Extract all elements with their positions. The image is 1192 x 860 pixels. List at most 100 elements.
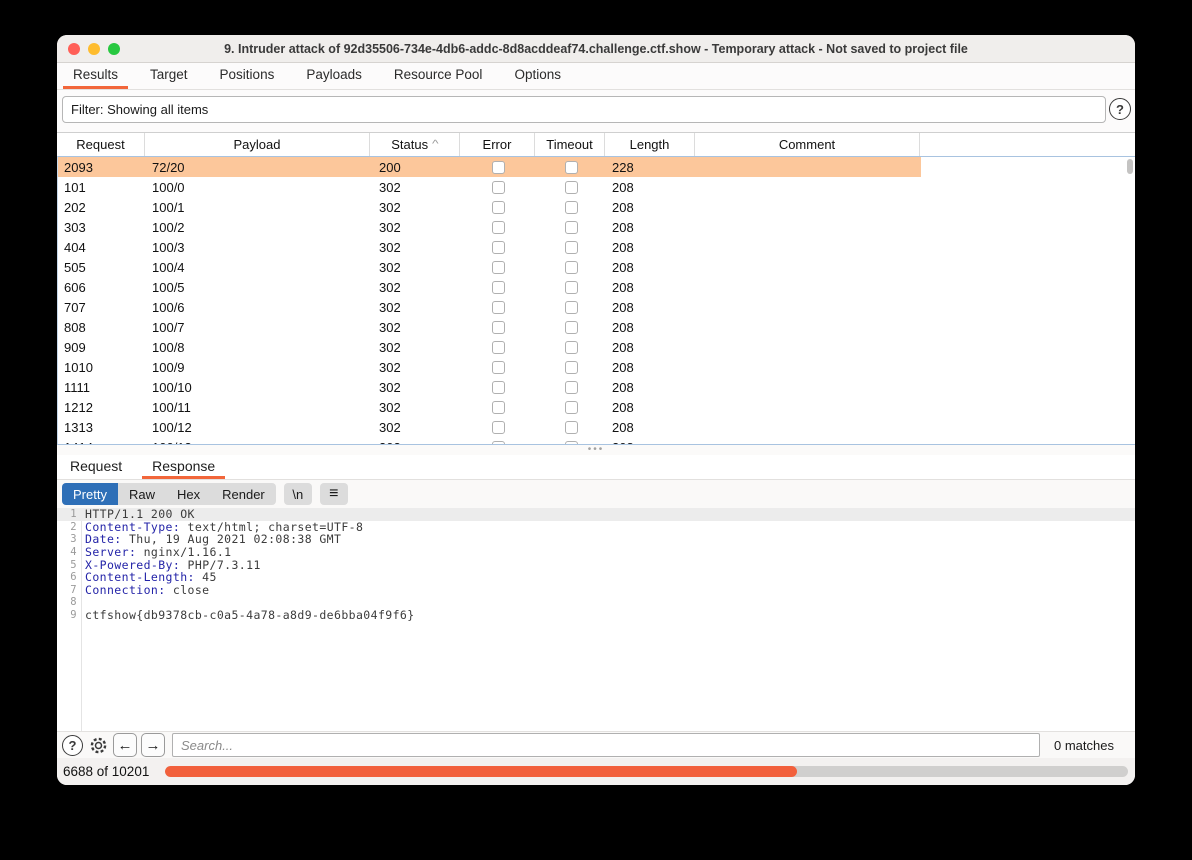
cell-comment[interactable] bbox=[696, 257, 921, 277]
timeout-checkbox[interactable] bbox=[564, 340, 578, 354]
cell-status[interactable]: 302 bbox=[371, 257, 461, 277]
timeout-checkbox[interactable] bbox=[564, 240, 578, 254]
cell-status[interactable]: 302 bbox=[371, 197, 461, 217]
filter-bar[interactable]: Filter: Showing all items bbox=[62, 96, 1106, 123]
column-header-payload[interactable]: Payload bbox=[145, 133, 370, 156]
tab-positions[interactable]: Positions bbox=[210, 63, 285, 89]
cell-status[interactable]: 302 bbox=[371, 217, 461, 237]
table-row[interactable]: 101 100/0 302 208 bbox=[58, 177, 921, 197]
cell-status[interactable]: 302 bbox=[371, 237, 461, 257]
tab-options[interactable]: Options bbox=[504, 63, 571, 89]
cell-status[interactable]: 302 bbox=[371, 277, 461, 297]
cell-status[interactable]: 302 bbox=[371, 417, 461, 437]
column-header-length[interactable]: Length bbox=[605, 133, 695, 156]
table-row[interactable]: 606 100/5 302 208 bbox=[58, 277, 921, 297]
cell-length[interactable]: 208 bbox=[606, 317, 696, 337]
cell-payload[interactable]: 100/2 bbox=[146, 217, 371, 237]
pane-splitter[interactable]: ••• bbox=[57, 445, 1135, 455]
error-checkbox[interactable] bbox=[492, 280, 505, 294]
cell-payload[interactable]: 100/5 bbox=[146, 277, 371, 297]
cell-request[interactable]: 707 bbox=[58, 297, 146, 317]
cell-comment[interactable] bbox=[696, 237, 921, 257]
timeout-checkbox[interactable] bbox=[564, 200, 578, 214]
zoom-window-button[interactable] bbox=[108, 43, 120, 55]
error-checkbox[interactable] bbox=[492, 240, 505, 254]
timeout-checkbox[interactable] bbox=[564, 320, 578, 334]
cell-request[interactable]: 808 bbox=[58, 317, 146, 337]
cell-request[interactable]: 1212 bbox=[58, 397, 146, 417]
cell-status[interactable]: 302 bbox=[371, 377, 461, 397]
search-prev-button[interactable]: ← bbox=[113, 733, 137, 757]
cell-request[interactable]: 1313 bbox=[58, 417, 146, 437]
cell-payload[interactable]: 100/9 bbox=[146, 357, 371, 377]
detail-tab-response[interactable]: Response bbox=[142, 455, 226, 479]
table-row[interactable]: 202 100/1 302 208 bbox=[58, 197, 921, 217]
cell-length[interactable]: 228 bbox=[606, 157, 696, 177]
search-help-icon[interactable]: ? bbox=[62, 734, 83, 756]
cell-request[interactable]: 303 bbox=[58, 217, 146, 237]
cell-status[interactable]: 302 bbox=[371, 397, 461, 417]
error-checkbox[interactable] bbox=[492, 340, 505, 354]
table-row[interactable]: 1414100/13302 208 bbox=[58, 437, 921, 445]
cell-comment[interactable] bbox=[696, 417, 921, 437]
cell-status[interactable]: 200 bbox=[371, 157, 461, 177]
error-checkbox[interactable] bbox=[492, 220, 505, 234]
cell-payload[interactable]: 100/4 bbox=[146, 257, 371, 277]
cell-length[interactable]: 208 bbox=[606, 437, 696, 445]
error-checkbox[interactable] bbox=[492, 180, 505, 194]
cell-payload[interactable]: 100/3 bbox=[146, 237, 371, 257]
cell-payload[interactable]: 72/20 bbox=[146, 157, 371, 177]
cell-status[interactable]: 302 bbox=[371, 177, 461, 197]
cell-payload[interactable]: 100/1 bbox=[146, 197, 371, 217]
error-checkbox[interactable] bbox=[492, 300, 505, 314]
error-checkbox[interactable] bbox=[492, 320, 505, 334]
cell-comment[interactable] bbox=[696, 177, 921, 197]
table-row[interactable]: 2093 72/20 200 228 bbox=[58, 157, 921, 177]
timeout-checkbox[interactable] bbox=[564, 380, 578, 394]
cell-request[interactable]: 2093 bbox=[58, 157, 146, 177]
cell-request[interactable]: 1010 bbox=[58, 357, 146, 377]
column-header-timeout[interactable]: Timeout bbox=[535, 133, 605, 156]
cell-length[interactable]: 208 bbox=[606, 237, 696, 257]
table-row[interactable]: 1313 100/12 302 208 bbox=[58, 417, 921, 437]
timeout-checkbox[interactable] bbox=[564, 260, 578, 274]
table-row[interactable]: 909 100/8 302 208 bbox=[58, 337, 921, 357]
cell-status[interactable]: 302 bbox=[371, 317, 461, 337]
timeout-checkbox[interactable] bbox=[564, 300, 578, 314]
search-settings-button[interactable] bbox=[88, 735, 109, 756]
search-next-button[interactable]: → bbox=[141, 733, 165, 757]
cell-request[interactable]: 101 bbox=[58, 177, 146, 197]
cell-comment[interactable] bbox=[696, 377, 921, 397]
table-row[interactable]: 303 100/2 302 208 bbox=[58, 217, 921, 237]
error-checkbox[interactable] bbox=[492, 160, 505, 174]
cell-status[interactable]: 302 bbox=[371, 337, 461, 357]
cell-comment[interactable] bbox=[696, 157, 921, 177]
error-checkbox[interactable] bbox=[492, 200, 505, 214]
table-row[interactable]: 505 100/4 302 208 bbox=[58, 257, 921, 277]
error-checkbox[interactable] bbox=[492, 380, 505, 394]
column-header-error[interactable]: Error bbox=[460, 133, 535, 156]
cell-status[interactable]: 302 bbox=[371, 437, 461, 445]
cell-length[interactable]: 208 bbox=[606, 277, 696, 297]
cell-payload[interactable]: 100/8 bbox=[146, 337, 371, 357]
cell-payload[interactable]: 100/13 bbox=[146, 437, 371, 445]
column-header-comment[interactable]: Comment bbox=[695, 133, 920, 156]
cell-comment[interactable] bbox=[696, 197, 921, 217]
response-editor[interactable]: 1 HTTP/1.1 200 OK 2 Content-Type: text/html… bbox=[57, 507, 1135, 731]
cell-payload[interactable]: 100/7 bbox=[146, 317, 371, 337]
cell-length[interactable]: 208 bbox=[606, 257, 696, 277]
table-row[interactable]: 404 100/3 302 208 bbox=[58, 237, 921, 257]
cell-request[interactable]: 606 bbox=[58, 277, 146, 297]
timeout-checkbox[interactable] bbox=[564, 400, 578, 414]
filter-help-icon[interactable]: ? bbox=[1109, 98, 1131, 120]
cell-request[interactable]: 202 bbox=[58, 197, 146, 217]
timeout-checkbox[interactable] bbox=[564, 280, 578, 294]
column-header-status[interactable]: Status ^ bbox=[370, 133, 460, 156]
cell-comment[interactable] bbox=[696, 397, 921, 417]
cell-request[interactable]: 505 bbox=[58, 257, 146, 277]
cell-comment[interactable] bbox=[696, 357, 921, 377]
cell-request[interactable]: 909 bbox=[58, 337, 146, 357]
tab-payloads[interactable]: Payloads bbox=[296, 63, 372, 89]
column-header-request[interactable]: Request bbox=[57, 133, 145, 156]
cell-payload[interactable]: 100/10 bbox=[146, 377, 371, 397]
